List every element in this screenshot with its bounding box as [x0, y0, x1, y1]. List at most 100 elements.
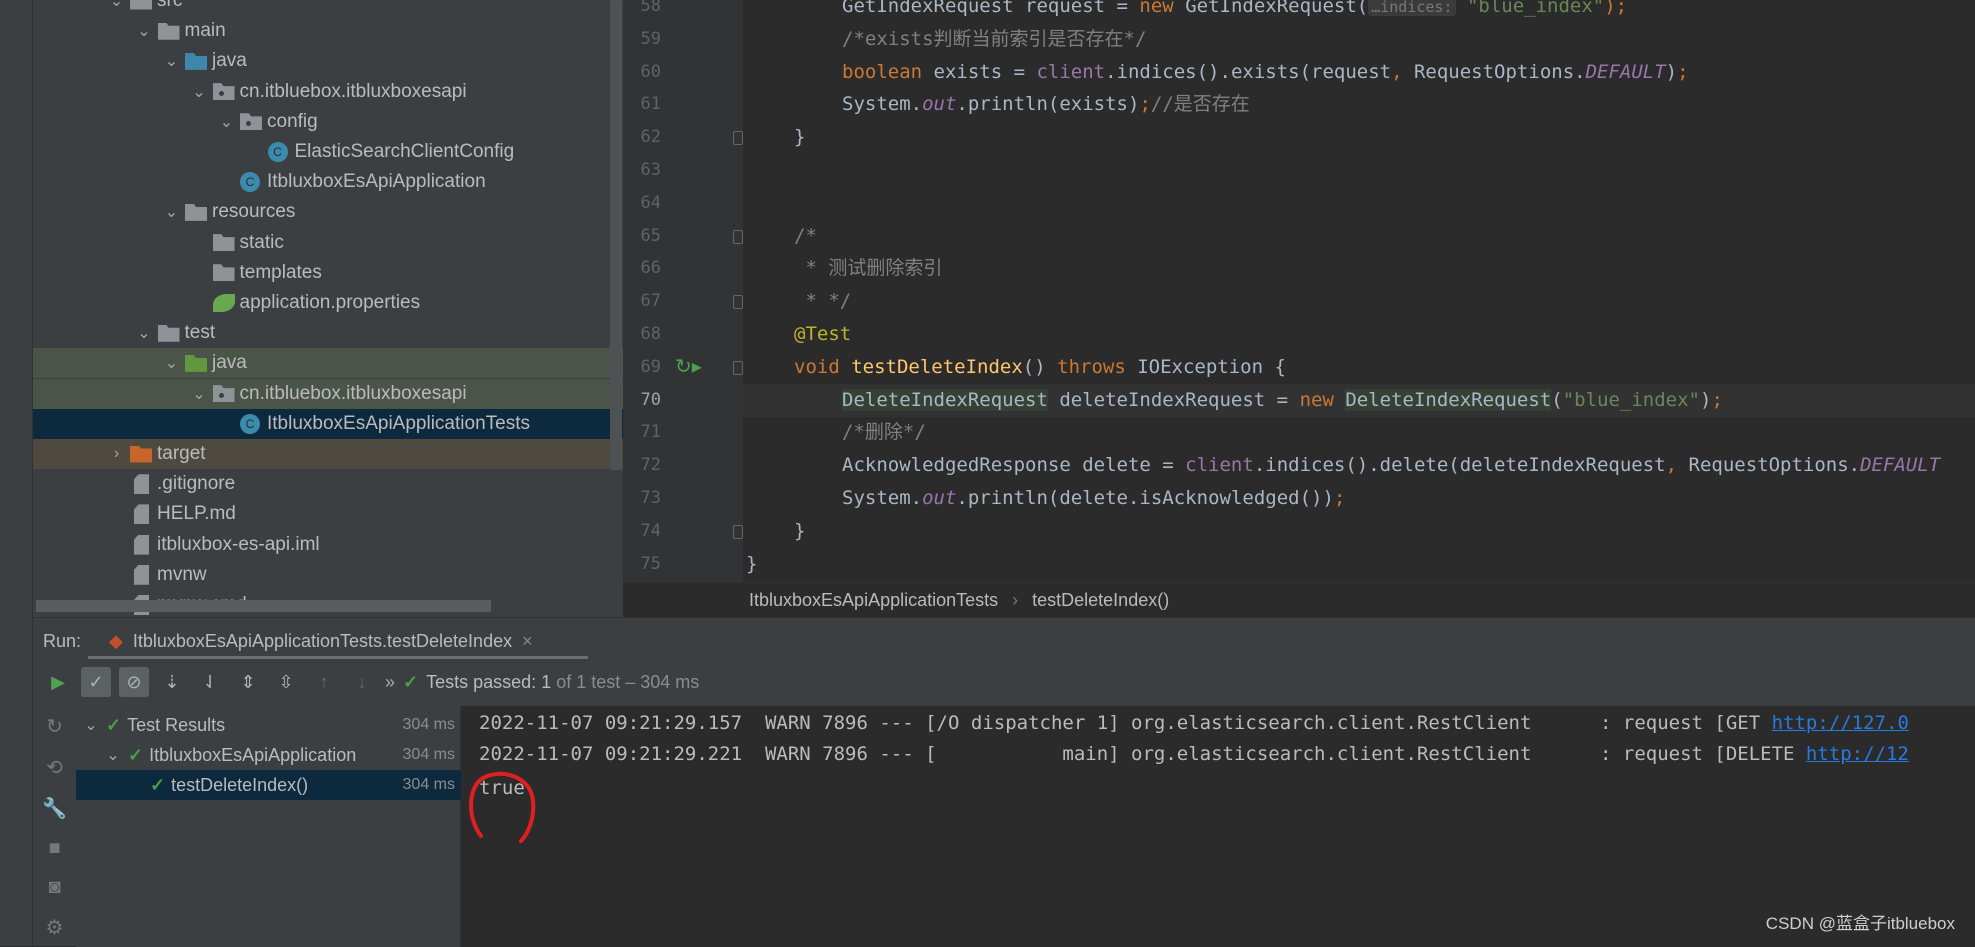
more-icon[interactable]: » [385, 672, 395, 693]
run-test-icon[interactable]: ↻▸ [675, 351, 702, 384]
code-token: IOException { [1137, 355, 1286, 378]
show-ignored-icon[interactable]: ⊘ [119, 667, 149, 697]
tree-item[interactable]: › target [33, 439, 623, 469]
tree-item-label: ItbluxboxEsApiApplication [267, 171, 486, 193]
code-token: AcknowledgedResponse delete = [842, 454, 1186, 477]
test-node[interactable]: ⌄ ✓ ItbluxboxEsApiApplication 304 ms [76, 740, 461, 770]
chevron-down-icon[interactable]: ⌄ [213, 112, 240, 132]
tree-item[interactable]: .gitignore [33, 469, 623, 499]
settings-icon[interactable]: ⚙ [46, 915, 64, 940]
console-link[interactable]: http://12 [1806, 743, 1909, 765]
chevron-right-icon[interactable]: › [103, 445, 130, 463]
class-icon: C [240, 413, 260, 434]
code-line: System.out.println(exists);//是否存在 [743, 88, 1975, 121]
tree-item-label: mvnw [157, 563, 207, 585]
code-token: "blue_index" [1562, 388, 1700, 411]
stop-icon[interactable]: ■ [48, 837, 60, 860]
tree-item-label: static [239, 231, 284, 253]
tree-item[interactable]: templates [33, 258, 623, 288]
code-token: System. [842, 93, 923, 116]
pass-check-icon: ✓ [106, 714, 122, 735]
arrow-up-icon[interactable]: ↑ [309, 667, 339, 697]
expand-all-icon[interactable]: ⇕ [233, 667, 263, 697]
chevron-down-icon[interactable]: ⌄ [158, 202, 185, 222]
fold-marker-icon[interactable] [733, 131, 743, 146]
show-passed-icon[interactable]: ✓ [81, 667, 111, 697]
line-number: 65 [640, 225, 661, 246]
chevron-down-icon[interactable]: ⌄ [186, 384, 213, 404]
console-link[interactable]: http://127.0 [1772, 712, 1909, 734]
toggle-autotest-icon[interactable]: ⟲ [46, 755, 63, 780]
code-token: out [922, 93, 957, 116]
code-editor[interactable]: GetIndexRequest request = new GetIndexRe… [743, 0, 1975, 582]
code-token: ; [1139, 93, 1151, 116]
tree-item[interactable]: ⌄ config [33, 107, 623, 137]
package-icon [212, 385, 235, 403]
code-token: .println(delete.isAcknowledged()) [956, 487, 1334, 509]
camera-icon[interactable]: ◙ [48, 876, 60, 899]
code-token: * 测试删除索引 [794, 257, 943, 280]
code-token: ) [1665, 60, 1678, 83]
tab-underline [88, 656, 588, 659]
code-line: /*exists判断当前索引是否存在*/ [743, 23, 1975, 56]
tree-item[interactable]: C ElasticSearchClientConfig [33, 137, 623, 167]
test-duration: 304 ms [402, 746, 455, 763]
tree-item[interactable]: mvnw [33, 560, 623, 590]
chevron-down-icon[interactable]: ⌄ [82, 715, 100, 735]
run-tab[interactable]: ItbluxboxEsApiApplicationTests.testDelet… [133, 631, 512, 652]
package-icon [240, 113, 262, 131]
breadcrumb-method[interactable]: testDeleteIndex() [1032, 590, 1169, 611]
fold-marker-icon[interactable] [733, 360, 743, 375]
sort-alpha-icon[interactable]: ⇣ [157, 667, 187, 697]
tree-item[interactable]: ⌄ src [33, 0, 623, 16]
test-node[interactable]: ✓ testDeleteIndex() 304 ms [76, 770, 461, 800]
code-line: GetIndexRequest request = new GetIndexRe… [743, 0, 1975, 23]
chevron-down-icon[interactable]: ⌄ [104, 745, 122, 765]
arrow-down-icon[interactable]: ↓ [347, 667, 377, 697]
collapse-all-icon[interactable]: ⇳ [271, 667, 301, 697]
rerun-icon[interactable]: ▶ [43, 667, 73, 697]
tree-item[interactable]: ⌄ java [33, 348, 623, 379]
sort-duration-icon[interactable]: ⇃ [195, 667, 225, 697]
chevron-down-icon[interactable]: ⌄ [186, 82, 213, 102]
line-number: 62 [640, 127, 661, 148]
chevron-down-icon[interactable]: ⌄ [158, 51, 185, 71]
code-line: * 测试删除索引 [743, 252, 1975, 285]
fold-marker-icon[interactable] [733, 229, 743, 244]
tree-item[interactable]: ⌄ cn.itbluebox.itbluxboxesapi [33, 77, 623, 107]
project-tree-hscrollbar[interactable] [36, 600, 491, 612]
chevron-down-icon[interactable]: ⌄ [158, 353, 185, 373]
fold-marker-icon[interactable] [733, 524, 743, 539]
class-icon: C [267, 142, 288, 162]
wrench-icon[interactable]: 🔧 [42, 796, 67, 821]
console-output[interactable]: 2022-11-07 09:21:29.157 WARN 7896 --- [/… [461, 706, 1975, 947]
line-number: 64 [640, 192, 661, 213]
fold-marker-icon[interactable] [733, 295, 743, 310]
folder-icon [157, 324, 180, 342]
chevron-down-icon[interactable]: ⌄ [131, 323, 158, 343]
tree-item[interactable]: static [33, 228, 623, 258]
code-line: * */ [743, 285, 1975, 318]
tree-item[interactable]: ⌄ cn.itbluebox.itbluxboxesapi [33, 378, 623, 409]
tree-item[interactable]: ⌄ resources [33, 197, 623, 227]
watermark: CSDN @蓝盒子itbluebox [1765, 914, 1955, 933]
code-line: /*删除*/ [743, 416, 1975, 449]
tree-item[interactable]: ⌄ test [33, 318, 623, 348]
tree-item[interactable]: itbluxbox-es-api.iml [33, 530, 623, 560]
tree-item[interactable]: ⌄ main [33, 16, 623, 46]
tree-item[interactable]: C ItbluxboxEsApiApplicationTests [33, 408, 623, 439]
test-node-label: ItbluxboxEsApiApplication [149, 744, 357, 765]
chevron-down-icon[interactable]: ⌄ [103, 0, 130, 11]
tree-item[interactable]: application.properties [33, 288, 623, 318]
project-tree-scrollbar[interactable] [610, 0, 622, 470]
test-node[interactable]: ⌄ ✓ Test Results 304 ms [76, 710, 461, 740]
rerun-failed-icon[interactable]: ↻ [46, 714, 63, 739]
code-line: } [743, 515, 1975, 548]
chevron-down-icon[interactable]: ⌄ [131, 21, 158, 41]
breadcrumb-class[interactable]: ItbluxboxEsApiApplicationTests [749, 590, 998, 611]
tree-item[interactable]: C ItbluxboxEsApiApplication [33, 167, 623, 197]
tree-item[interactable]: HELP.md [33, 499, 623, 529]
tree-item[interactable]: ⌄ java [33, 46, 623, 76]
tree-item-label: application.properties [239, 292, 421, 313]
close-icon[interactable]: × [522, 631, 533, 652]
